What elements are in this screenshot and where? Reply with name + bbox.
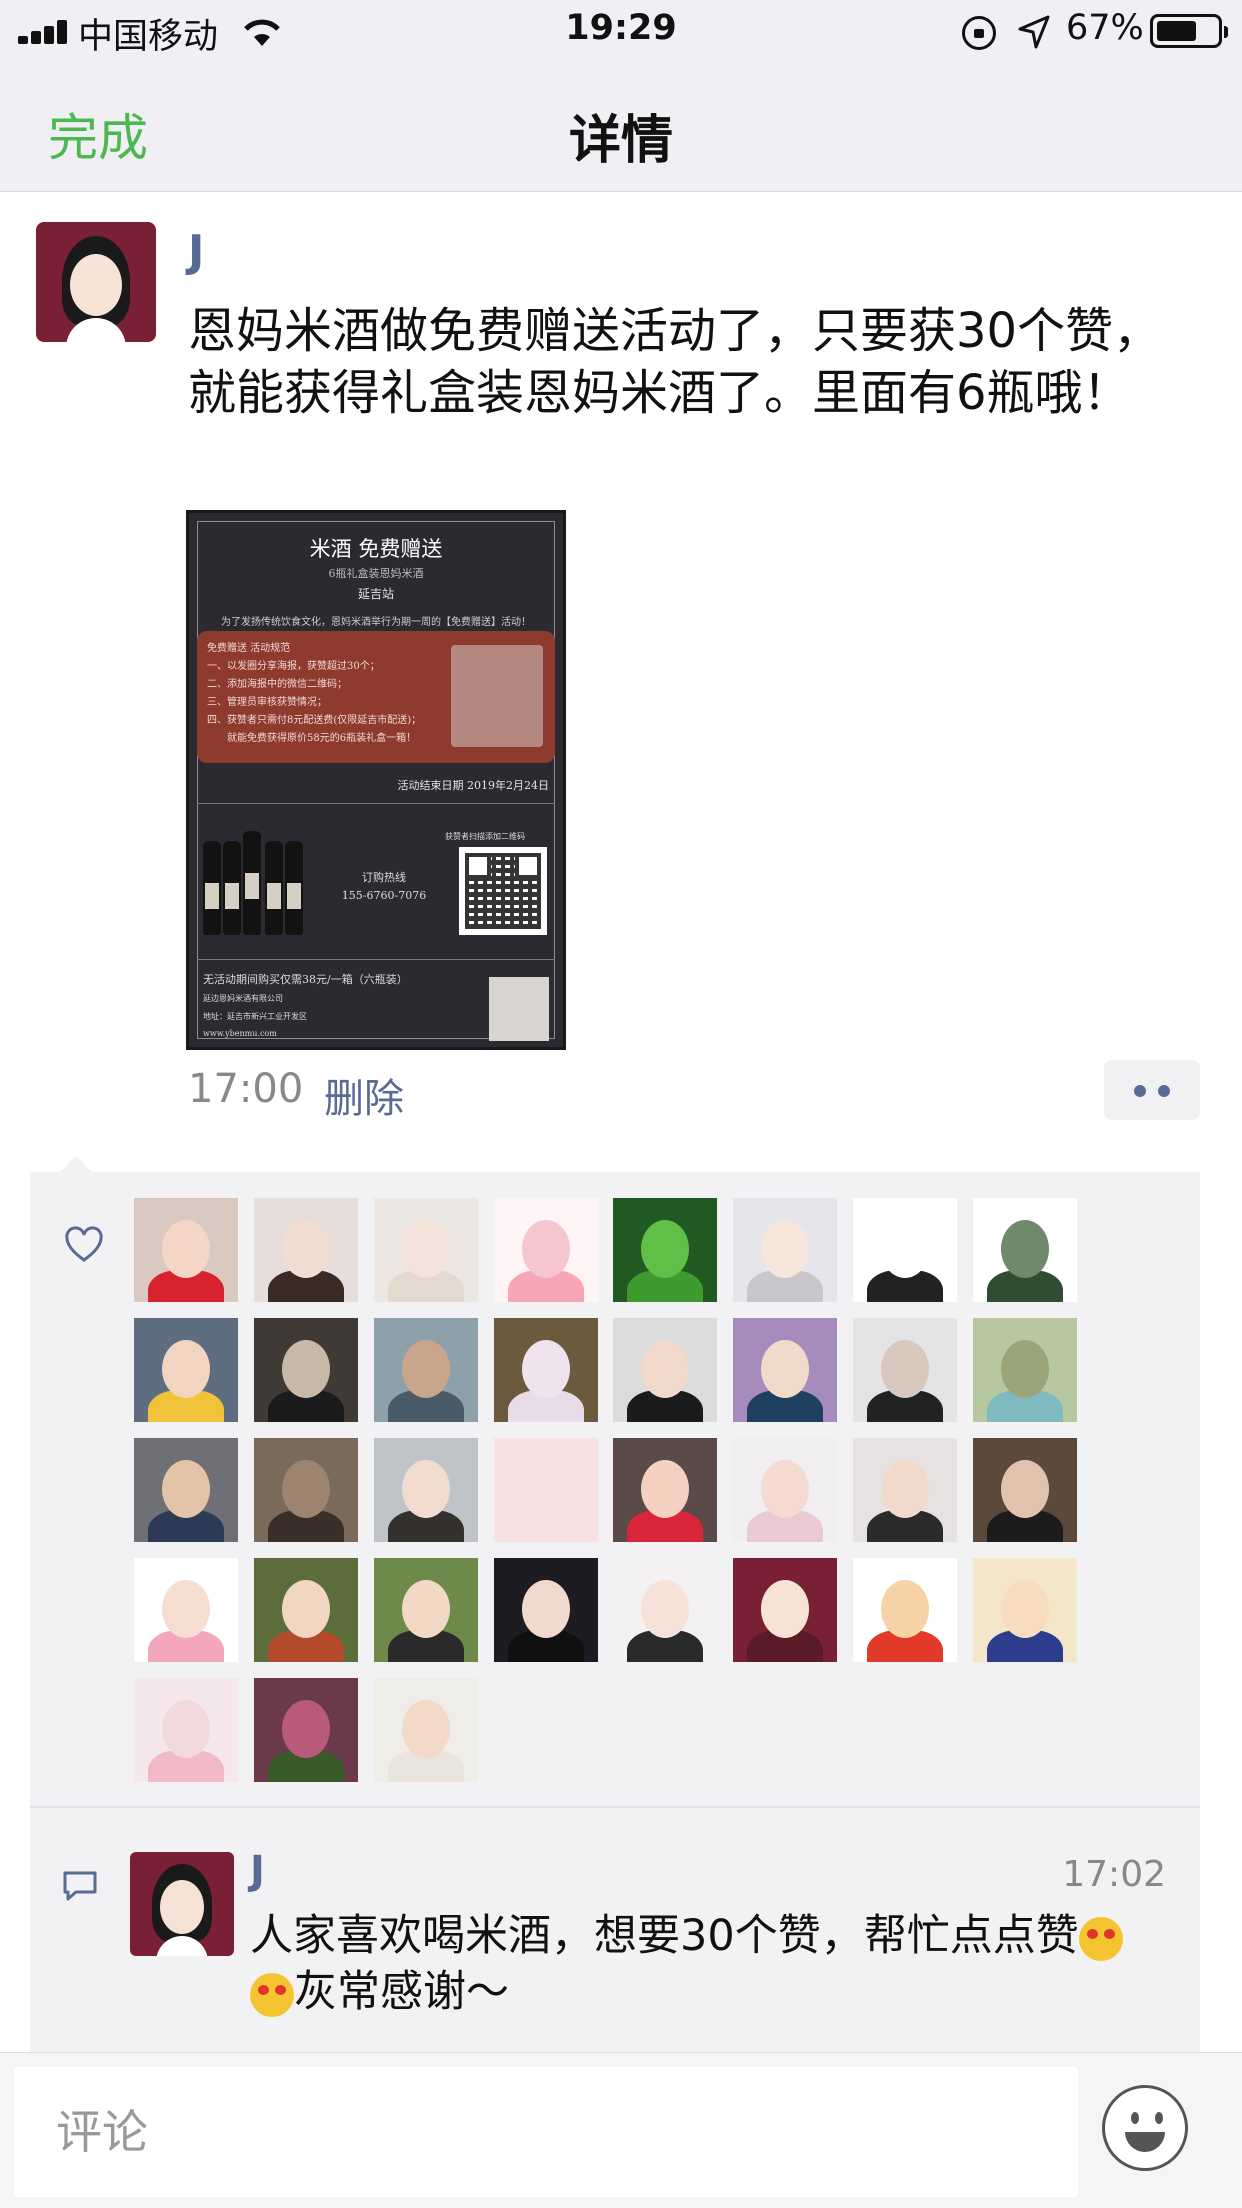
like-avatar[interactable]	[134, 1198, 238, 1302]
like-avatar[interactable]	[613, 1438, 718, 1542]
like-avatar[interactable]	[853, 1318, 958, 1422]
battery-icon	[1150, 14, 1228, 48]
like-avatar[interactable]	[972, 1438, 1077, 1542]
comment-text: 人家喜欢喝米酒，想要30个赞，帮忙点点赞 灰常感谢～	[250, 1908, 1210, 2020]
poster-intro: 为了发扬传统饮食文化，恩妈米酒举行为期一周的【免费赠送】活动！	[221, 617, 531, 628]
post-author-avatar[interactable]	[36, 222, 156, 342]
poster-footer-line: 无活动期间购买仅需38元/一箱（六瓶装）	[203, 973, 408, 986]
like-avatar[interactable]	[853, 1438, 958, 1542]
like-avatar[interactable]	[613, 1198, 718, 1302]
like-avatar[interactable]	[373, 1678, 478, 1782]
like-avatar[interactable]	[733, 1438, 838, 1542]
page-title: 详情	[568, 111, 673, 171]
battery-level	[1157, 21, 1196, 41]
orientation-lock-icon	[962, 16, 996, 50]
poster-rule: 四、获赞者只需付8元配送费(仅限延吉市配送)；	[207, 715, 422, 726]
qr-caption: 获赞者扫描添加二维码	[445, 832, 525, 841]
post-time: 17:00	[188, 1066, 304, 1112]
like-avatar[interactable]	[972, 1318, 1077, 1422]
like-avatar[interactable]	[853, 1558, 958, 1662]
poster-hotline: 订购热线 155-6760-7076	[341, 871, 427, 902]
comment-item[interactable]: J 17:02 人家喜欢喝米酒，想要30个赞，帮忙点点赞 灰常感谢～	[30, 1808, 1200, 2052]
heart-eyes-emoji-icon	[250, 1972, 294, 2017]
poster-rule: 免费赠送 活动规范	[207, 643, 291, 654]
comment-author-avatar[interactable]	[130, 1852, 234, 1956]
gift-box-image	[489, 977, 549, 1041]
like-avatar[interactable]	[373, 1558, 478, 1662]
like-avatar[interactable]	[253, 1438, 358, 1542]
comment-author-name[interactable]: J	[250, 1848, 265, 1894]
post-image[interactable]: 米酒 免费赠送 6瓶礼盒装恩妈米酒 延吉站 为了发扬传统饮食文化，恩妈米酒举行为…	[186, 510, 566, 1050]
like-avatar[interactable]	[493, 1198, 598, 1302]
like-avatar[interactable]	[253, 1678, 358, 1782]
like-avatar[interactable]	[134, 1318, 238, 1422]
like-avatar[interactable]	[972, 1198, 1077, 1302]
comment-time: 17:02	[1062, 1854, 1166, 1895]
like-avatar[interactable]	[253, 1558, 358, 1662]
post-text: 恩妈米酒做免费赠送活动了，只要获30个赞，就能获得礼盒装恩妈米酒了。里面有6瓶哦…	[188, 303, 1162, 421]
like-avatar[interactable]	[613, 1318, 718, 1422]
poster-subtitle: 6瓶礼盒装恩妈米酒	[328, 567, 424, 580]
status-bar: 中国移动 19:29 67%	[0, 0, 1242, 62]
like-avatar[interactable]	[733, 1198, 838, 1302]
rice-wine-bottles-image	[203, 827, 311, 935]
battery-percent: 67%	[1066, 8, 1144, 48]
like-avatar[interactable]	[733, 1318, 838, 1422]
comment-bubble-icon	[63, 1871, 97, 1901]
gift-box-photo	[451, 645, 543, 747]
poster-rule: 三、管理员审核获赞情况；	[207, 697, 327, 708]
poster-footer-line: 延边恩妈米酒有限公司	[203, 994, 283, 1003]
poster-rule: 就能免费获得原价58元的6瓶装礼盒一箱！	[207, 733, 417, 744]
nav-bar: 完成 详情	[0, 62, 1242, 192]
like-avatar[interactable]	[373, 1438, 478, 1542]
heart-icon	[65, 1226, 103, 1262]
comment-input[interactable]	[14, 2067, 1078, 2197]
like-avatar[interactable]	[853, 1198, 958, 1302]
like-avatar[interactable]	[733, 1558, 838, 1662]
heart-eyes-emoji-icon	[1078, 1916, 1123, 1961]
like-avatar[interactable]	[493, 1438, 598, 1542]
likes-panel	[30, 1156, 1200, 1806]
like-avatar[interactable]	[134, 1558, 238, 1662]
like-avatar[interactable]	[253, 1318, 358, 1422]
qr-code	[459, 847, 547, 935]
status-time: 19:29	[565, 8, 677, 48]
like-avatar[interactable]	[134, 1678, 238, 1782]
poster-end-date: 活动结束日期 2019年2月24日	[397, 779, 550, 792]
poster-station: 延吉站	[357, 587, 394, 601]
delete-button[interactable]: 删除	[324, 1066, 404, 1124]
poster-footer-line: www.ybenmu.com	[203, 1029, 277, 1038]
poster-rule: 二、添加海报中的微信二维码；	[207, 679, 347, 690]
poster-title: 米酒 免费赠送	[309, 537, 443, 561]
post-author-name[interactable]: J	[188, 226, 204, 277]
like-avatar[interactable]	[613, 1558, 718, 1662]
emoji-button[interactable]	[1102, 2085, 1188, 2171]
like-avatar[interactable]	[493, 1558, 598, 1662]
like-avatar[interactable]	[253, 1198, 358, 1302]
like-avatar[interactable]	[972, 1558, 1077, 1662]
like-avatar[interactable]	[493, 1318, 598, 1422]
poster-rule: 一、以发圈分享海报，获赞超过30个；	[207, 661, 380, 672]
like-avatar[interactable]	[373, 1318, 478, 1422]
poster-rules-box: 免费赠送 活动规范 一、以发圈分享海报，获赞超过30个； 二、添加海报中的微信二…	[197, 631, 555, 763]
poster-footer-line: 地址：延吉市新兴工业开发区	[203, 1012, 307, 1021]
comment-composer	[0, 2052, 1242, 2208]
location-arrow-icon	[1018, 15, 1050, 49]
more-options-button[interactable]	[1104, 1060, 1200, 1120]
like-avatar[interactable]	[134, 1438, 238, 1542]
like-avatar[interactable]	[373, 1198, 478, 1302]
